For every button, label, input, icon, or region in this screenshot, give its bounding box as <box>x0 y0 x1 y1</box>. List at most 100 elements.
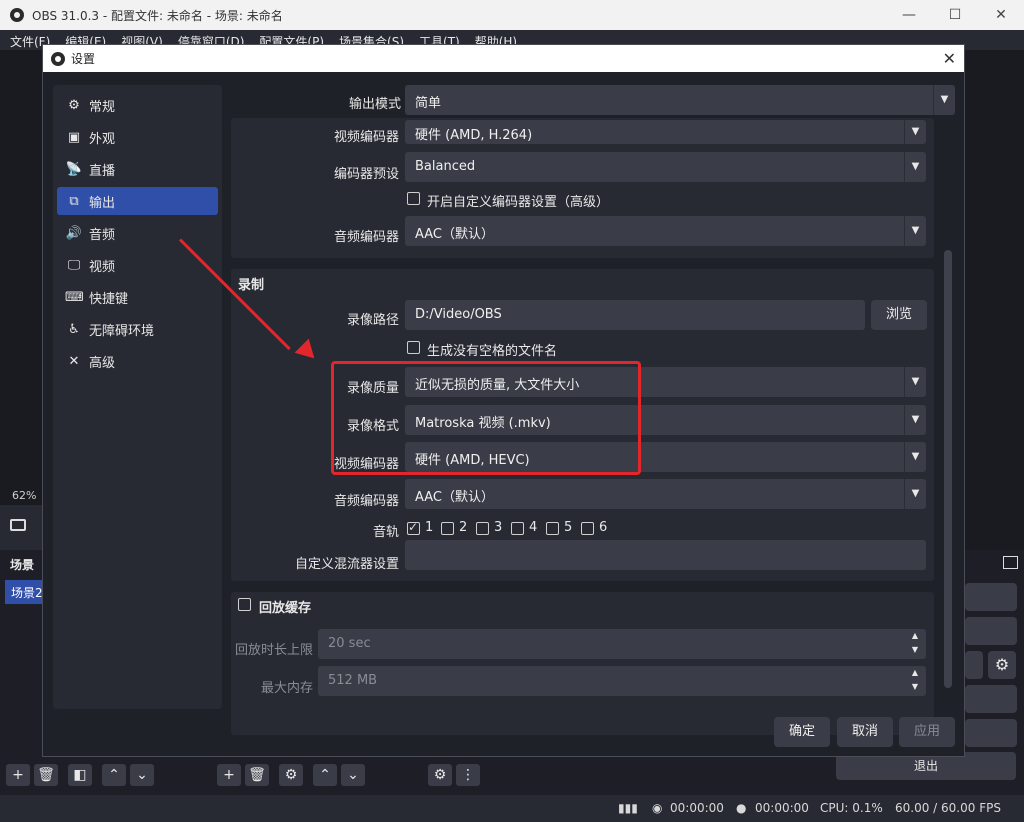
recording-audio-encoder-select[interactable]: AAC（默认） ▼ <box>405 479 926 509</box>
add-source-icon[interactable]: + <box>217 764 241 786</box>
track-1-checkbox[interactable] <box>407 520 420 535</box>
custom-encoder-checkbox[interactable] <box>407 192 420 205</box>
track-3-checkbox[interactable] <box>476 522 489 535</box>
remove-source-icon[interactable]: 🗑 <box>245 764 269 786</box>
output-mode-value: 简单 <box>415 96 442 111</box>
sidebar-item-hotkeys[interactable]: ⌨ 快捷键 <box>57 283 218 311</box>
track-5-checkbox[interactable] <box>546 522 559 535</box>
annotation-highlight-box <box>331 361 641 475</box>
cpu-usage: CPU: 0.1% <box>820 801 883 815</box>
preview-area <box>0 50 42 550</box>
more-options-icon[interactable]: ⋮ <box>456 764 480 786</box>
replay-buffer-title: 回放缓存 <box>259 601 312 616</box>
scene-filter-icon[interactable]: ◧ <box>68 764 92 786</box>
move-down-icon[interactable]: ⌄ <box>341 764 365 786</box>
chevron-down-icon: ▼ <box>904 442 926 472</box>
track-4-checkbox[interactable] <box>511 522 524 535</box>
cancel-button[interactable]: 取消 <box>837 717 893 747</box>
stream-video-encoder-select[interactable]: 硬件 (AMD, H.264) ▼ <box>405 120 926 144</box>
scene-list-item[interactable]: 场景2 <box>5 580 42 604</box>
settings-sidebar: ⚙ 常规 ▣ 外观 📡 直播 ⧉ 输出 🔊 音频 🖵 视频 ⌨ 快捷键 ♿ 无障… <box>53 85 222 709</box>
broadcast-icon: 📡 <box>65 161 83 177</box>
signal-strength-icon: ▮▮▮ <box>618 801 638 815</box>
replay-max-memory-input[interactable]: 512 MB ▲ ▼ <box>318 666 926 696</box>
remove-scene-icon[interactable]: 🗑 <box>34 764 58 786</box>
obs-logo-icon <box>10 8 24 22</box>
spinbox-arrows-icon[interactable]: ▲ ▼ <box>904 666 926 696</box>
track-2-label: 2 <box>459 520 468 535</box>
sidebar-item-appearance[interactable]: ▣ 外观 <box>57 123 218 151</box>
scenes-toolbar: + 🗑 ◧ ⌃ ⌄ <box>6 760 154 790</box>
recording-path-label: 录像路径 <box>346 313 399 328</box>
settings-scrollbar[interactable] <box>944 250 952 688</box>
controls-dock-button[interactable] <box>965 583 1017 611</box>
controls-dock-button[interactable] <box>965 651 983 679</box>
stream-status-icon: ◉ <box>652 801 663 815</box>
encoder-preset-value: Balanced <box>415 159 476 174</box>
replay-max-memory-row: 最大内存 <box>231 669 313 699</box>
mixer-settings-icon[interactable]: ⚙ <box>428 764 452 786</box>
tools-icon: ✕ <box>68 353 80 369</box>
chevron-down-icon: ▼ <box>904 367 926 397</box>
stream-video-encoder-value: 硬件 (AMD, H.264) <box>415 128 533 143</box>
browse-button[interactable]: 浏览 <box>871 300 927 330</box>
sidebar-item-label: 直播 <box>89 163 116 179</box>
add-scene-icon[interactable]: + <box>6 764 30 786</box>
sidebar-item-accessibility[interactable]: ♿ 无障碍环境 <box>57 315 218 343</box>
dock-float-icon[interactable] <box>1003 556 1018 569</box>
sidebar-item-label: 常规 <box>89 99 116 115</box>
settings-gear-icon[interactable]: ⚙ <box>988 651 1016 679</box>
sidebar-item-output[interactable]: ⧉ 输出 <box>57 187 218 215</box>
sidebar-item-audio[interactable]: 🔊 音频 <box>57 219 218 247</box>
replay-max-time-row: 回放时长上限 <box>231 631 313 661</box>
preview-toolbar <box>0 505 42 550</box>
encoder-preset-row: 编码器预设 <box>231 155 399 185</box>
track-6-checkbox[interactable] <box>581 522 594 535</box>
no-space-filename-checkbox[interactable] <box>407 341 420 354</box>
dialog-title: 设置 <box>71 52 96 66</box>
controls-dock-button[interactable] <box>965 719 1017 747</box>
appearance-icon: ▣ <box>67 129 81 145</box>
replay-buffer-checkbox[interactable] <box>238 598 251 611</box>
source-properties-icon[interactable]: ⚙ <box>279 764 303 786</box>
audio-tracks-row: 音轨 <box>231 513 399 543</box>
maximize-button[interactable]: ☐ <box>932 0 978 30</box>
muxer-settings-label: 自定义混流器设置 <box>294 557 399 572</box>
output-mode-row: 输出模式 <box>231 85 401 115</box>
minimize-button[interactable]: — <box>886 0 932 30</box>
monitor-icon[interactable] <box>10 519 26 531</box>
replay-max-time-input[interactable]: 20 sec ▲ ▼ <box>318 629 926 659</box>
encoder-preset-select[interactable]: Balanced ▼ <box>405 152 926 182</box>
output-mode-select[interactable]: 简单 ▼ <box>405 85 955 115</box>
track-2-checkbox[interactable] <box>441 522 454 535</box>
recording-path-input[interactable]: D:/Video/OBS <box>405 300 865 330</box>
sidebar-item-advanced[interactable]: ✕ 高级 <box>57 347 218 375</box>
close-window-button[interactable]: ✕ <box>978 0 1024 30</box>
stream-video-encoder-row: 视频编码器 <box>231 118 399 148</box>
ok-button[interactable]: 确定 <box>774 717 830 747</box>
dialog-close-button[interactable]: ✕ <box>943 49 956 68</box>
encoder-preset-label: 编码器预设 <box>333 167 399 182</box>
stream-timer: 00:00:00 <box>670 801 724 815</box>
sidebar-item-label: 高级 <box>89 355 116 371</box>
main-titlebar: OBS 31.0.3 - 配置文件: 未命名 - 场景: 未命名 — ☐ ✕ <box>0 0 1024 30</box>
recording-audio-encoder-value: AAC（默认） <box>415 490 494 505</box>
stream-audio-encoder-select[interactable]: AAC（默认） ▼ <box>405 216 926 246</box>
spinbox-arrows-icon[interactable]: ▲ ▼ <box>904 629 926 659</box>
sidebar-item-general[interactable]: ⚙ 常规 <box>57 91 218 119</box>
track-6-label: 6 <box>599 520 608 535</box>
controls-dock-button[interactable] <box>965 617 1017 645</box>
record-timer: 00:00:00 <box>755 801 809 815</box>
move-up-icon[interactable]: ⌃ <box>102 764 126 786</box>
replay-max-time-label: 回放时长上限 <box>234 643 313 658</box>
apply-button[interactable]: 应用 <box>899 717 955 747</box>
move-up-icon[interactable]: ⌃ <box>313 764 337 786</box>
dialog-titlebar: 设置 ✕ <box>43 45 964 72</box>
controls-dock-button[interactable] <box>965 685 1017 713</box>
move-down-icon[interactable]: ⌄ <box>130 764 154 786</box>
muxer-settings-input[interactable] <box>405 540 926 570</box>
sidebar-item-stream[interactable]: 📡 直播 <box>57 155 218 183</box>
chevron-down-icon: ▼ <box>904 216 926 246</box>
preview-zoom: 62% <box>12 489 37 502</box>
recording-audio-encoder-row: 音频编码器 <box>231 482 399 512</box>
